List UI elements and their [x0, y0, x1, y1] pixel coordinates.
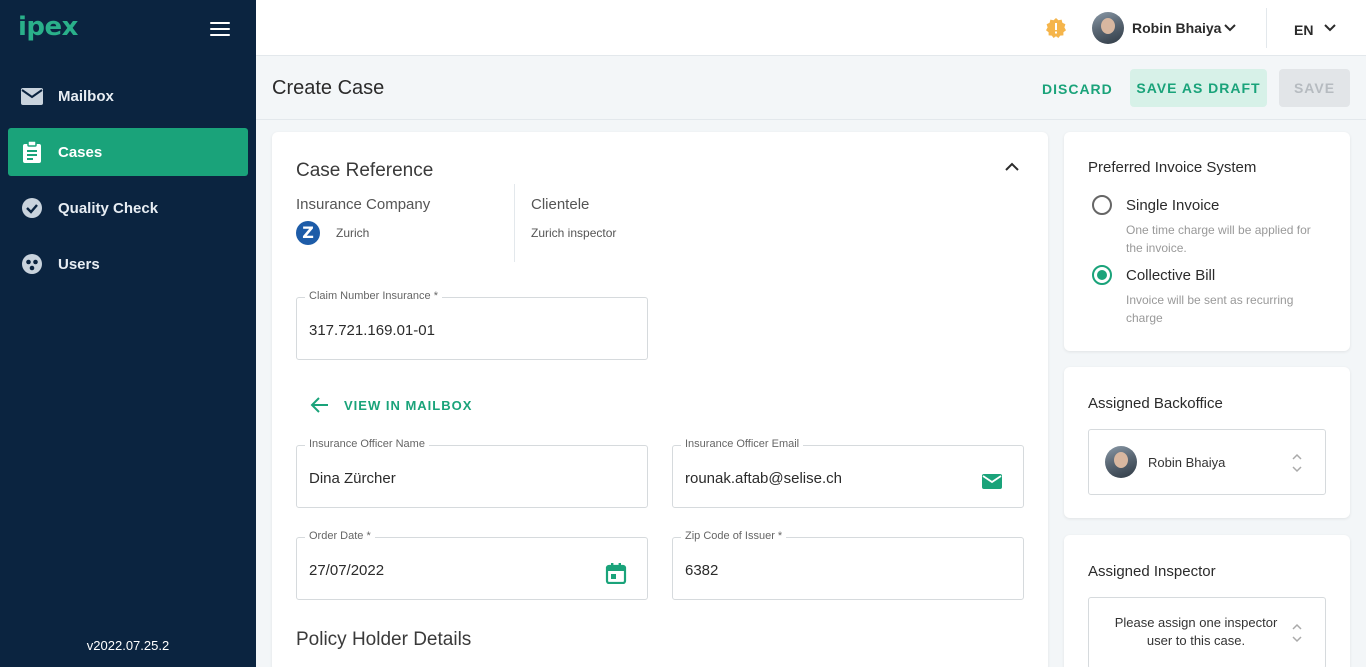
sidebar-item-label: Quality Check: [58, 199, 159, 217]
radio-description: Invoice will be sent as recurring charge: [1126, 293, 1294, 325]
arrow-left-icon: [310, 397, 328, 413]
menu-toggle-icon[interactable]: [210, 22, 230, 36]
check-circle-icon: [21, 197, 43, 219]
users-icon: [21, 253, 43, 275]
backoffice-select[interactable]: Robin Bhaiya: [1088, 429, 1326, 495]
chevron-down-icon[interactable]: [1224, 24, 1236, 32]
mail-icon: [21, 85, 43, 107]
save-button[interactable]: SAVE: [1279, 69, 1350, 107]
radio-unchecked-icon[interactable]: [1092, 195, 1112, 215]
top-bar: Robin Bhaiya EN: [256, 0, 1366, 56]
field-value: rounak.aftab@selise.ch: [685, 470, 842, 487]
field-value: 6382: [685, 562, 719, 579]
zip-code-field[interactable]: Zip Code of Issuer * 6382: [672, 530, 1024, 600]
chevron-up-icon[interactable]: [1005, 162, 1019, 172]
chevron-down-icon[interactable]: [1324, 24, 1336, 32]
sidebar-item-mailbox[interactable]: Mailbox: [8, 72, 248, 120]
inspector-placeholder: Please assign one inspector user to this…: [1114, 615, 1278, 648]
save-as-draft-button[interactable]: SAVE AS DRAFT: [1130, 69, 1267, 107]
view-in-mailbox-link[interactable]: VIEW IN MAILBOX: [310, 396, 472, 414]
calendar-icon[interactable]: [605, 562, 627, 584]
assigned-inspector-card: Assigned Inspector Please assign one ins…: [1064, 535, 1350, 667]
mail-icon[interactable]: [981, 470, 1003, 492]
radio-description: One time charge will be applied for the …: [1126, 223, 1311, 255]
page-title: Create Case: [272, 77, 385, 99]
avatar: [1105, 446, 1137, 478]
claim-number-field[interactable]: Claim Number Insurance * 317.721.169.01-…: [296, 290, 648, 360]
sidebar-item-quality-check[interactable]: Quality Check: [8, 184, 248, 232]
sidebar-item-label: Users: [58, 255, 100, 273]
clipboard-icon: [21, 141, 43, 163]
field-label: Order Date *: [305, 530, 375, 542]
language-selector[interactable]: EN: [1294, 22, 1313, 38]
sidebar-item-users[interactable]: Users: [8, 240, 248, 288]
warning-badge-icon[interactable]: [1046, 18, 1066, 38]
backoffice-name: Robin Bhaiya: [1148, 455, 1226, 470]
sidebar-item-cases[interactable]: Cases: [8, 128, 248, 176]
clientele-value: Zurich inspector: [531, 226, 617, 240]
collective-bill-radio[interactable]: Collective Bill: [1092, 265, 1215, 285]
assigned-backoffice-card: Assigned Backoffice Robin Bhaiya: [1064, 367, 1350, 518]
radio-label: Collective Bill: [1126, 266, 1216, 284]
sort-arrows-icon: [1292, 453, 1302, 473]
field-label: Insurance Officer Name: [305, 438, 429, 450]
officer-email-field[interactable]: Insurance Officer Email rounak.aftab@sel…: [672, 438, 1024, 508]
field-label: Claim Number Insurance *: [305, 290, 442, 302]
insurance-company-value: Zurich: [336, 226, 370, 240]
field-label: Insurance Officer Email: [681, 438, 804, 450]
sidebar-item-label: Cases: [58, 143, 103, 161]
assigned-backoffice-title: Assigned Backoffice: [1088, 395, 1223, 412]
field-value: Dina Zürcher: [309, 470, 396, 487]
invoice-system-title: Preferred Invoice System: [1088, 159, 1257, 176]
app-version: v2022.07.25.2: [86, 638, 170, 653]
radio-label: Single Invoice: [1126, 196, 1220, 214]
sort-arrows-icon: [1292, 623, 1302, 643]
policy-holder-title: Policy Holder Details: [296, 629, 472, 650]
app-logo[interactable]: ipex: [18, 12, 78, 42]
section-title: Case Reference: [296, 160, 434, 181]
view-in-mailbox-label: VIEW IN MAILBOX: [344, 397, 473, 413]
sidebar-item-label: Mailbox: [58, 87, 114, 105]
sidebar-nav: Mailbox Cases Quality Check Users: [8, 72, 248, 296]
user-name[interactable]: Robin Bhaiya: [1132, 20, 1221, 36]
sidebar: ipex Mailbox Cases Quality Check Users v…: [0, 0, 256, 667]
assigned-inspector-title: Assigned Inspector: [1088, 563, 1216, 580]
invoice-system-card: Preferred Invoice System Single Invoice …: [1064, 132, 1350, 351]
inspector-select[interactable]: Please assign one inspector user to this…: [1088, 597, 1326, 667]
single-invoice-radio[interactable]: Single Invoice: [1092, 195, 1219, 215]
clientele-label: Clientele: [531, 196, 590, 213]
field-value: 27/07/2022: [309, 562, 385, 579]
field-value: 317.721.169.01-01: [309, 322, 435, 339]
discard-button[interactable]: DISCARD: [1030, 76, 1125, 102]
zurich-logo-icon: Z: [296, 221, 320, 245]
officer-name-field[interactable]: Insurance Officer Name Dina Zürcher: [296, 438, 648, 508]
divider: [256, 119, 1366, 120]
insurance-company-label: Insurance Company: [296, 196, 431, 213]
case-reference-card: Case Reference Insurance Company Z Zuric…: [272, 132, 1048, 667]
divider: [514, 184, 515, 262]
divider: [1266, 8, 1267, 48]
field-label: Zip Code of Issuer *: [681, 530, 787, 542]
user-avatar[interactable]: [1092, 12, 1124, 44]
order-date-field[interactable]: Order Date * 27/07/2022: [296, 530, 648, 600]
radio-checked-icon[interactable]: [1092, 265, 1112, 285]
